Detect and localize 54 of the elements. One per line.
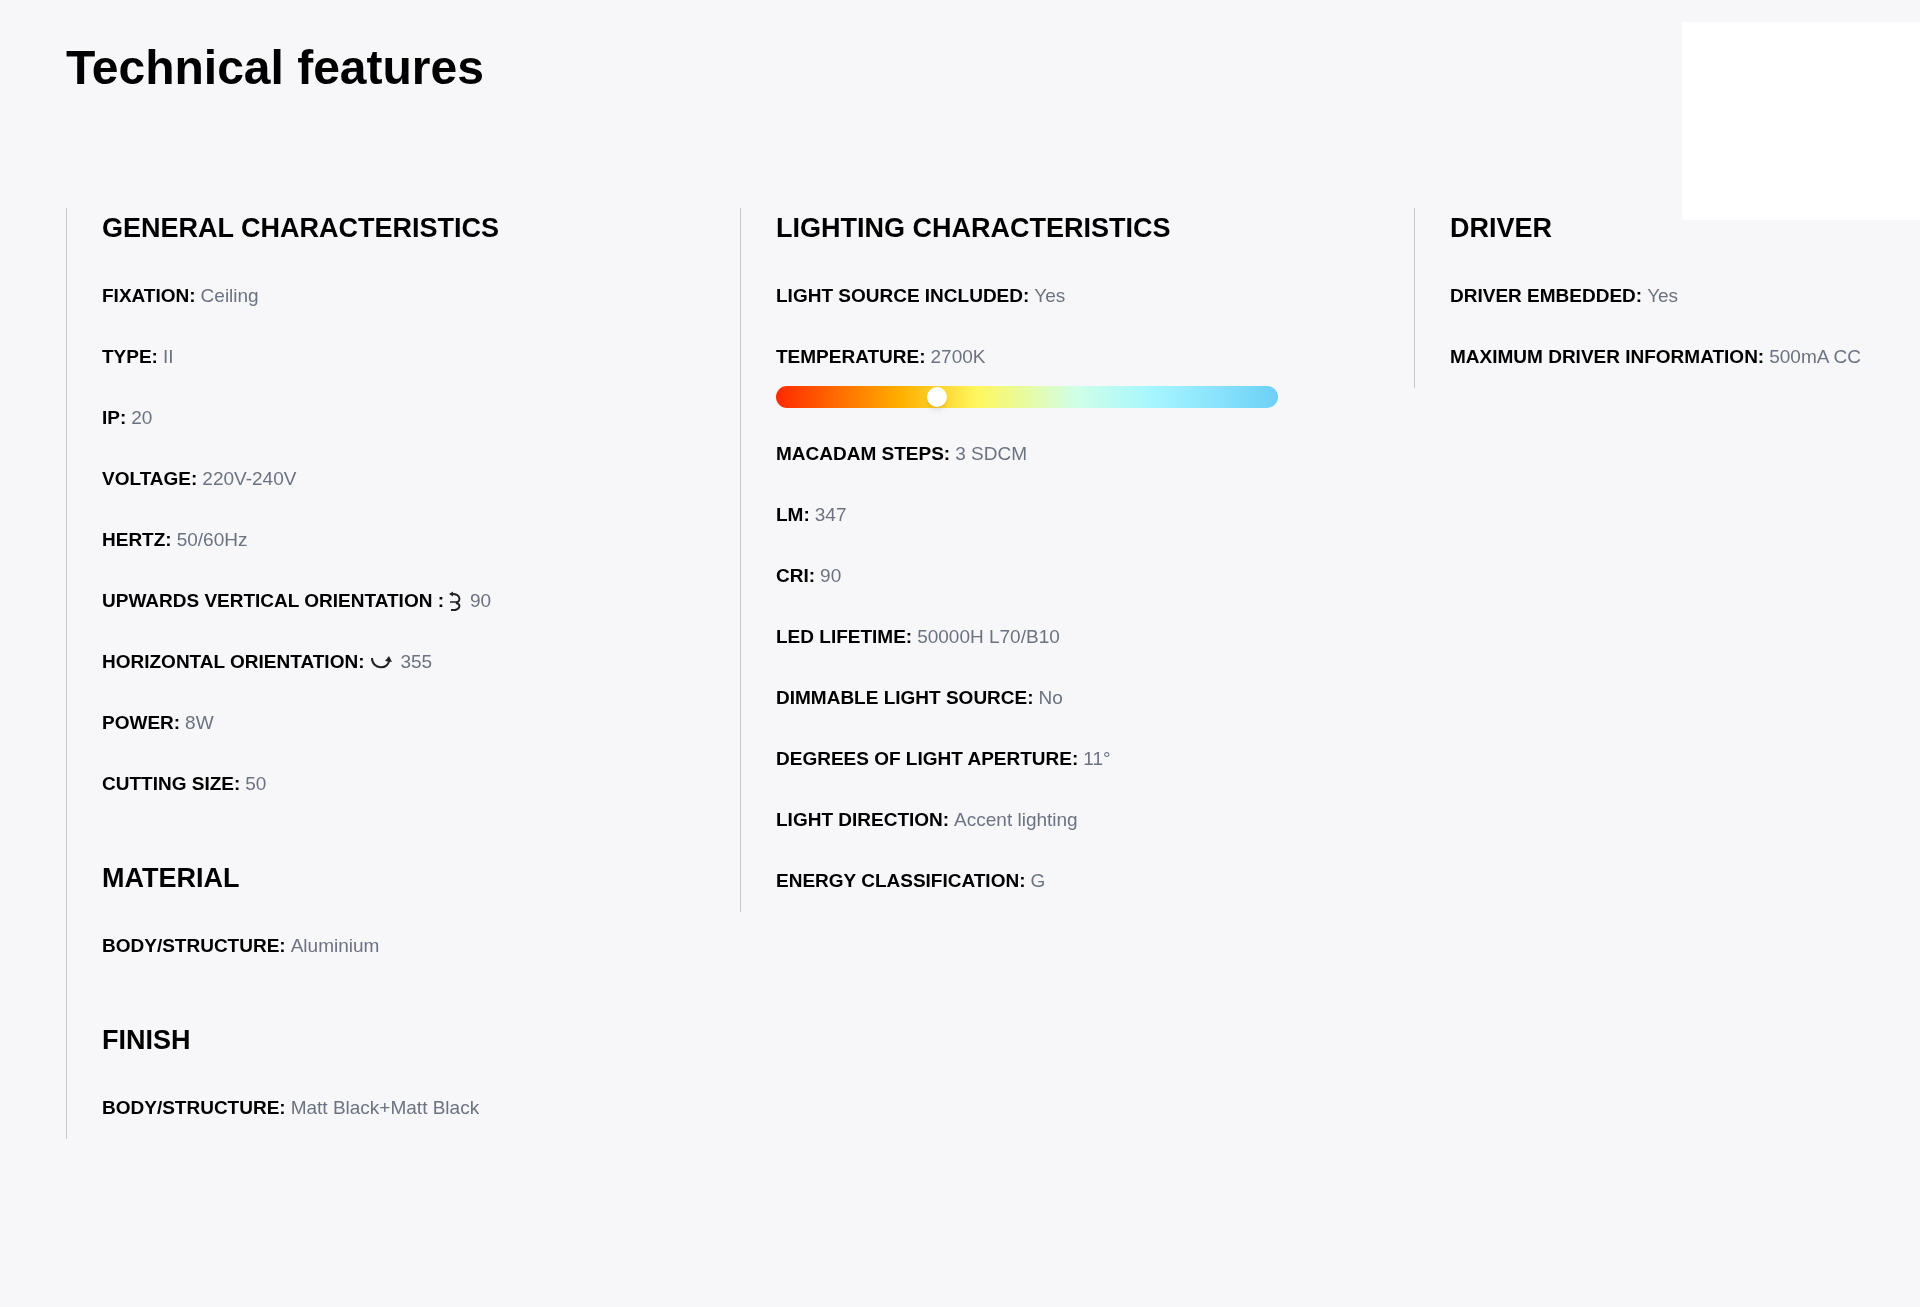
spec-label: IP: (102, 406, 127, 431)
spec-value: 8W (185, 711, 214, 736)
rotate-horizontal-icon (369, 654, 394, 671)
spec-label: CUTTING SIZE: (102, 772, 241, 797)
spec-label: TYPE: (102, 345, 158, 370)
spec-label: UPWARDS VERTICAL ORIENTATION : (102, 589, 444, 614)
spec-value: 3 SDCM (955, 442, 1027, 467)
spec-value: 20 (131, 406, 153, 431)
spec-label: BODY/STRUCTURE: (102, 934, 286, 959)
page-title: Technical features (66, 40, 484, 96)
spec-value: 347 (814, 503, 847, 528)
section-heading: LIGHTING CHARACTERISTICS (776, 212, 1172, 245)
section-heading: MATERIAL (102, 862, 241, 895)
spec-label: POWER: (102, 711, 181, 736)
spec-value: Aluminium (290, 934, 380, 959)
spec-value: No (1038, 686, 1063, 711)
spec-label: MAXIMUM DRIVER INFORMATION: (1450, 345, 1765, 370)
spec-value: 50000H L70/B10 (917, 625, 1060, 650)
spec-value: Yes (1647, 284, 1679, 309)
section-heading: FINISH (102, 1024, 192, 1057)
spec-value: 500mA CC (1769, 345, 1862, 370)
spec-label: DEGREES OF LIGHT APERTURE: (776, 747, 1079, 772)
spec-label: HERTZ: (102, 528, 172, 553)
spec-value: Ceiling (200, 284, 259, 309)
spec-value: 50/60Hz (176, 528, 248, 553)
spec-value: Accent lighting (954, 808, 1078, 833)
spec-value: II (162, 345, 174, 370)
spec-value: Matt Black+Matt Black (290, 1096, 480, 1121)
spec-label: DIMMABLE LIGHT SOURCE: (776, 686, 1034, 711)
spec-label: ENERGY CLASSIFICATION: (776, 869, 1026, 894)
section-heading: DRIVER (1450, 212, 1553, 245)
spec-value: 2700K (930, 345, 986, 370)
section-heading: GENERAL CHARACTERISTICS (102, 212, 501, 245)
spec-label: FIXATION: (102, 284, 196, 309)
spec-label: VOLTAGE: (102, 467, 198, 492)
spec-value: G (1030, 869, 1046, 894)
spec-label: HORIZONTAL ORIENTATION: (102, 650, 365, 675)
spec-value: 355 (400, 650, 433, 675)
spec-label: DRIVER EMBEDDED: (1450, 284, 1643, 309)
spec-label: LED LIFETIME: (776, 625, 913, 650)
spec-label: BODY/STRUCTURE: (102, 1096, 286, 1121)
spec-value: 11° (1083, 747, 1111, 772)
spec-label: MACADAM STEPS: (776, 442, 951, 467)
spec-value: 90 (820, 564, 842, 589)
spec-value: 50 (245, 772, 267, 797)
spec-value: 220V-240V (202, 467, 297, 492)
spec-label: CRI: (776, 564, 816, 589)
spec-value: Yes (1034, 284, 1066, 309)
spec-label: LIGHT SOURCE INCLUDED: (776, 284, 1030, 309)
spec-label: LIGHT DIRECTION: (776, 808, 950, 833)
spec-label: TEMPERATURE: (776, 345, 926, 370)
slider-thumb[interactable] (926, 387, 947, 407)
spec-label: LM: (776, 503, 810, 528)
spec-value: 90 (470, 589, 492, 614)
